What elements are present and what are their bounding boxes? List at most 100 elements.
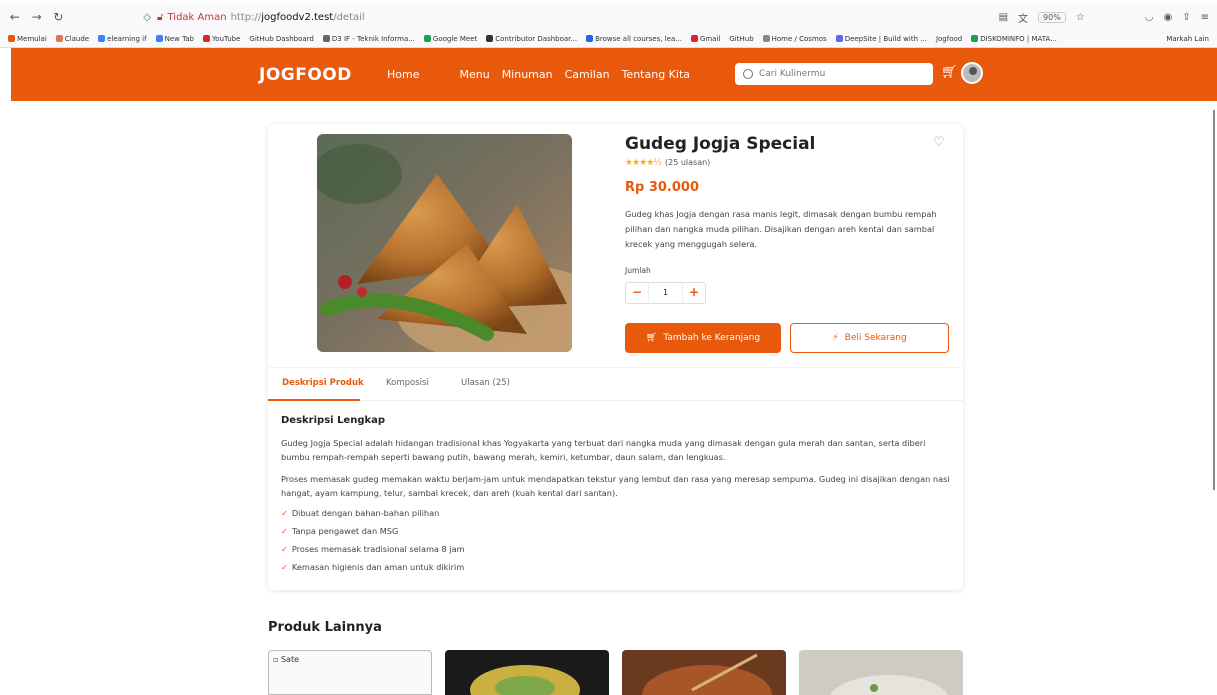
product-thumb[interactable] xyxy=(799,650,963,695)
bookmark-label: D3 IF - Teknik Informa... xyxy=(331,34,415,43)
feature-item: ✓ Dibuat dengan bahan-bahan pilihan xyxy=(281,508,440,518)
bookmark-label: YouTube xyxy=(211,34,241,43)
details-paragraph-1: Gudeg Jogja Special adalah hidangan trad… xyxy=(281,438,926,462)
bookmark-item[interactable]: DeepSite | Build with ... xyxy=(835,35,927,43)
product-thumb-broken[interactable]: ▫ Sate xyxy=(268,650,432,695)
bookmark-item[interactable]: Home / Cosmos xyxy=(762,34,827,43)
broken-image-icon: ▫ xyxy=(273,655,279,664)
forward-icon[interactable]: → xyxy=(30,10,44,24)
bookmark-favicon-icon xyxy=(8,35,15,42)
tab-deskripsi[interactable]: Deskripsi Produk xyxy=(282,378,364,388)
nav-camilan[interactable]: Camilan xyxy=(565,68,610,81)
bookmark-favicon-icon xyxy=(423,35,431,42)
product-thumb[interactable] xyxy=(445,650,609,695)
feature-item: ✓ Tanpa pengawet dan MSG xyxy=(281,526,399,536)
bookmark-item[interactable]: GitHub xyxy=(729,35,753,43)
details-title: Deskripsi Lengkap xyxy=(281,415,386,426)
decrease-button[interactable]: − xyxy=(626,282,648,304)
search-box[interactable] xyxy=(735,63,933,85)
bookmark-item[interactable]: DISKOMINFO | MATA... xyxy=(971,35,1057,43)
check-icon: ✓ xyxy=(281,526,288,536)
shield-icon[interactable]: ◇ xyxy=(143,12,151,23)
heart-icon[interactable]: ♡ xyxy=(933,135,945,150)
product-thumb[interactable] xyxy=(622,650,786,695)
tab-komposisi[interactable]: Komposisi xyxy=(386,378,429,388)
product-tabs: Deskripsi Produk Komposisi Ulasan (25) xyxy=(268,367,963,401)
increase-button[interactable]: + xyxy=(683,282,705,304)
check-icon: ✓ xyxy=(281,562,288,572)
product-description: Gudeg khas Jogja dengan rasa manis legit… xyxy=(625,209,937,249)
bookmark-favicon-icon xyxy=(486,35,494,42)
product-rating: ★★★★½ (25 ulasan) xyxy=(625,158,710,168)
bookmark-item[interactable]: D3 IF - Teknik Informa... xyxy=(322,34,415,43)
bookmark-label: DISKOMINFO | MATA... xyxy=(980,34,1057,43)
active-tab-indicator xyxy=(268,399,360,401)
feature-item: ✓ Kemasan higienis dan aman untuk dikirim xyxy=(281,562,465,572)
reader-view-icon[interactable]: ▤ xyxy=(999,12,1008,23)
search-input[interactable] xyxy=(759,69,919,79)
bookmark-item[interactable]: GitHub Dashboard xyxy=(249,35,313,43)
bookmark-item[interactable]: Claude xyxy=(55,34,90,43)
nav-menu[interactable]: Menu xyxy=(459,68,489,81)
bookmark-item[interactable]: Browse all courses, lea... xyxy=(586,35,682,43)
cart-icon[interactable]: 🛒︎ xyxy=(941,65,958,80)
bookmark-star-icon[interactable]: ☆ xyxy=(1076,12,1085,23)
product-card: Gudeg Jogja Special ♡ ★★★★½ (25 ulasan) R… xyxy=(268,124,963,590)
bookmark-label: Home / Cosmos xyxy=(771,34,827,43)
account-icon[interactable]: ◉ xyxy=(1164,12,1173,23)
bookmark-label: Jogfood xyxy=(935,34,963,43)
bookmark-favicon-icon xyxy=(98,35,106,42)
bookmark-favicon-icon xyxy=(971,35,979,42)
buy-now-button[interactable]: ⚡︎ Beli Sekarang xyxy=(790,323,949,353)
quantity-stepper: − 1 + xyxy=(625,282,706,304)
url-text[interactable]: http://jogfoodv2.test/detail xyxy=(231,12,365,23)
scrollbar[interactable] xyxy=(1213,110,1215,490)
site-header: JOGFOOD Home Menu Minuman Camilan Tentan… xyxy=(11,48,1217,101)
bookmark-label: GitHub Dashboard xyxy=(249,34,314,43)
bookmark-label: New Tab xyxy=(164,34,194,43)
reload-icon[interactable]: ↻ xyxy=(52,10,66,24)
main-nav: Home Menu Minuman Camilan Tentang Kita xyxy=(387,68,690,81)
menu-icon[interactable]: ≡ xyxy=(1201,12,1209,23)
bookmark-label: Claude xyxy=(64,34,90,43)
bookmark-favicon-icon xyxy=(202,35,210,42)
bookmark-label: elearning if xyxy=(107,34,147,43)
tab-ulasan[interactable]: Ulasan (25) xyxy=(461,378,510,388)
star-rating-icon: ★★★★½ xyxy=(625,158,662,168)
check-icon: ✓ xyxy=(281,544,288,554)
nav-home[interactable]: Home xyxy=(387,68,419,81)
bookmark-item[interactable]: YouTube xyxy=(202,34,241,43)
nav-minuman[interactable]: Minuman xyxy=(502,68,553,81)
zoom-indicator[interactable]: 90% xyxy=(1038,11,1066,23)
other-bookmarks-folder[interactable]: Markah Lain xyxy=(1166,35,1209,43)
bookmark-favicon-icon xyxy=(762,35,770,42)
bookmark-favicon-icon xyxy=(155,35,163,42)
bookmark-favicon-icon xyxy=(835,35,843,42)
avatar[interactable] xyxy=(961,62,983,84)
bookmark-item[interactable]: Jogfood xyxy=(936,35,962,43)
thumb-alt-text: Sate xyxy=(280,655,300,664)
back-icon[interactable]: ← xyxy=(8,10,22,24)
bookmark-item[interactable]: Contributor Dashboar... xyxy=(486,35,577,43)
insecure-lock-icon[interactable]: 🔓︎ xyxy=(157,12,163,23)
bookmark-item[interactable]: Memulai xyxy=(8,35,47,43)
quantity-value[interactable]: 1 xyxy=(648,282,683,304)
security-label[interactable]: Tidak Aman xyxy=(167,12,226,23)
product-title: Gudeg Jogja Special xyxy=(625,134,816,154)
bookmark-label: Memulai xyxy=(17,34,47,43)
add-to-cart-button[interactable]: 🛒︎ Tambah ke Keranjang xyxy=(625,323,781,353)
bookmark-favicon-icon xyxy=(322,35,330,42)
bookmark-item[interactable]: elearning if xyxy=(98,35,147,43)
bookmark-label: Browse all courses, lea... xyxy=(595,34,682,43)
share-icon[interactable]: ⇪ xyxy=(1182,12,1190,23)
bookmark-item[interactable]: Google Meet xyxy=(423,35,477,43)
site-logo[interactable]: JOGFOOD xyxy=(259,65,352,85)
nav-tentang-kita[interactable]: Tentang Kita xyxy=(622,68,690,81)
translate-icon[interactable]: 文 xyxy=(1018,10,1028,25)
pocket-icon[interactable]: ◡ xyxy=(1145,12,1154,23)
product-price: Rp 30.000 xyxy=(625,180,700,195)
check-icon: ✓ xyxy=(281,508,288,518)
bookmark-item[interactable]: Gmail xyxy=(690,35,720,43)
address-bar[interactable]: ◇ 🔓︎ Tidak Aman http://jogfoodv2.test/de… xyxy=(143,12,998,23)
bookmark-item[interactable]: New Tab xyxy=(155,34,194,43)
